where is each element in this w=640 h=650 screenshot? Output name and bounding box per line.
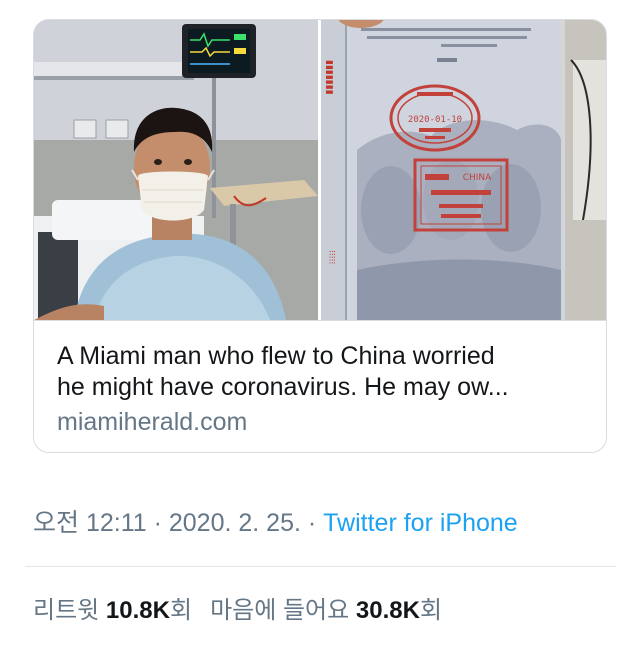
svg-text:▮▮▮▮▮▮▮: ▮▮▮▮▮▮▮ <box>324 60 334 95</box>
likes-label: 마음에 들어요 <box>210 597 350 624</box>
retweet-suffix: 회 <box>169 597 193 624</box>
tweet-date[interactable]: 2020. 2. 25. <box>169 509 301 537</box>
tweet-time[interactable]: 오전 12:11 <box>33 509 147 537</box>
hospital-photo[interactable] <box>34 20 318 320</box>
stamp-top-date: 2020-01-10 <box>408 115 462 125</box>
passport-photo[interactable]: ▮▮▮▮▮▮▮ ⁝⁝⁝⁝⁝ 2020-01-10 CHINA <box>321 20 606 320</box>
hospital-photo-illustration <box>34 20 318 320</box>
meta-separator: · <box>300 509 324 537</box>
likes-suffix: 회 <box>419 597 443 624</box>
link-card-domain: miamiherald.com <box>57 408 248 436</box>
retweet-stat[interactable]: 리트윗 10.8K회 <box>33 597 192 624</box>
svg-text:⁝⁝⁝⁝⁝: ⁝⁝⁝⁝⁝ <box>326 250 336 264</box>
tweet-meta: 오전 12:11 · 2020. 2. 25. · Twitter for iP… <box>33 508 518 538</box>
retweet-label: 리트윗 <box>33 597 100 624</box>
tweet-stats: 리트윗 10.8K회 마음에 들어요 30.8K회 <box>33 596 442 626</box>
passport-photo-illustration: ▮▮▮▮▮▮▮ ⁝⁝⁝⁝⁝ 2020-01-10 CHINA <box>321 20 606 320</box>
retweet-count: 10.8K <box>105 597 170 624</box>
tweet-source-link[interactable]: Twitter for iPhone <box>323 509 518 537</box>
link-preview-card[interactable]: ▮▮▮▮▮▮▮ ⁝⁝⁝⁝⁝ 2020-01-10 CHINA A Miami m… <box>33 19 607 453</box>
likes-count: 30.8K <box>355 597 420 624</box>
divider <box>25 566 616 567</box>
link-card-media[interactable]: ▮▮▮▮▮▮▮ ⁝⁝⁝⁝⁝ 2020-01-10 CHINA <box>34 20 606 320</box>
likes-stat[interactable]: 마음에 들어요 30.8K회 <box>210 597 442 624</box>
link-card-headline[interactable]: A Miami man who flew to China worried he… <box>57 341 587 403</box>
stamp-bottom-text: CHINA <box>463 173 492 183</box>
meta-separator: · <box>146 509 169 537</box>
link-card-text[interactable]: A Miami man who flew to China worried he… <box>34 320 606 452</box>
